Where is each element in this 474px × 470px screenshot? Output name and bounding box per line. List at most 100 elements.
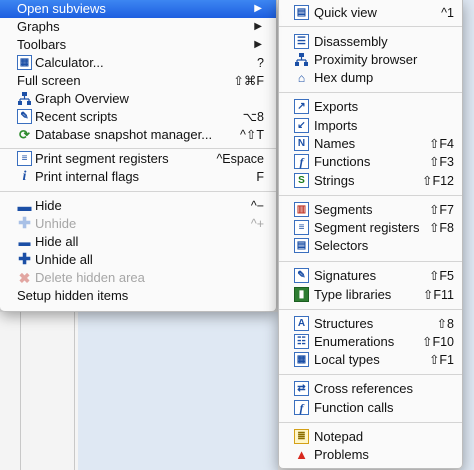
submenu-item-exports[interactable]: ↗ Exports bbox=[279, 98, 462, 116]
menu-item-unhide[interactable]: ✚ Unhide ^+ bbox=[0, 215, 276, 233]
menu-item-label: Toolbars bbox=[17, 37, 67, 52]
submenu-item-selectors[interactable]: ▤ Selectors bbox=[279, 237, 462, 255]
submenu-item-problems[interactable]: ▲ Problems bbox=[279, 446, 462, 464]
menu-item-label: Print internal flags bbox=[35, 169, 140, 184]
menu-item-shortcut: ⌥8 bbox=[242, 110, 264, 124]
submenu-item-imports[interactable]: ↙ Imports bbox=[279, 117, 462, 135]
menu-item-label: Proximity browser bbox=[314, 52, 418, 67]
menu-separator bbox=[0, 148, 276, 149]
delete-x-icon: ✖ bbox=[18, 269, 31, 286]
menu-item-hide[interactable]: ▬ Hide ^− bbox=[0, 197, 276, 215]
submenu-item-hex-dump[interactable]: ⌂ Hex dump bbox=[279, 69, 462, 87]
menu-item-shortcut: ^1 bbox=[441, 6, 454, 20]
submenu-item-disassembly[interactable]: ☰ Disassembly bbox=[279, 33, 462, 51]
submenu-arrow-icon: ▶ bbox=[254, 21, 262, 32]
menu-item-label: Segments bbox=[314, 202, 373, 217]
menu-item-delete-hidden-area[interactable]: ✖ Delete hidden area bbox=[0, 269, 276, 287]
hex-dump-icon: ⌂ bbox=[297, 70, 306, 85]
menu-item-full-screen[interactable]: Full screen ⇧⌘F bbox=[0, 72, 276, 90]
menu-separator bbox=[279, 195, 462, 196]
menu-item-label: Exports bbox=[314, 99, 359, 114]
menu-item-shortcut: ⇧8 bbox=[436, 317, 454, 331]
submenu-arrow-icon: ▶ bbox=[254, 3, 262, 14]
menu-item-print-internal-flags[interactable]: i Print internal flags F bbox=[0, 168, 276, 186]
menu-separator bbox=[0, 191, 276, 192]
background-divider bbox=[74, 312, 75, 470]
menu-item-shortcut: ⇧F8 bbox=[428, 221, 454, 235]
submenu-item-structures[interactable]: A Structures ⇧8 bbox=[279, 315, 462, 333]
menu-item-label: Hide all bbox=[35, 234, 79, 249]
menu-item-label: Notepad bbox=[314, 429, 364, 444]
submenu-item-proximity-browser[interactable]: Proximity browser bbox=[279, 51, 462, 69]
menu-item-shortcut: ⇧F12 bbox=[421, 174, 454, 188]
menu-separator bbox=[279, 309, 462, 310]
selectors-icon: ▤ bbox=[294, 238, 309, 253]
segments-icon: ▥ bbox=[294, 202, 309, 217]
open-subviews-submenu: ▤ Quick view ^1 ☰ Disassembly Proximity … bbox=[278, 0, 463, 469]
menu-item-toolbars[interactable]: Toolbars ▶ bbox=[0, 36, 276, 54]
submenu-item-strings[interactable]: S Strings ⇧F12 bbox=[279, 172, 462, 190]
quick-view-icon: ▤ bbox=[294, 5, 309, 20]
submenu-item-enumerations[interactable]: ☷ Enumerations ⇧F10 bbox=[279, 333, 462, 351]
menu-item-setup-hidden-items[interactable]: Setup hidden items bbox=[0, 287, 276, 305]
submenu-item-notepad[interactable]: ≣ Notepad bbox=[279, 428, 462, 446]
menu-item-label: Full screen bbox=[17, 73, 81, 88]
cross-references-icon: ⇄ bbox=[294, 381, 309, 396]
warning-icon: ▲ bbox=[295, 447, 308, 462]
calculator-icon: ▦ bbox=[17, 55, 32, 70]
background-view bbox=[78, 312, 278, 470]
submenu-item-segment-registers[interactable]: ≡ Segment registers ⇧F8 bbox=[279, 219, 462, 237]
menu-item-label: Graph Overview bbox=[35, 91, 129, 106]
submenu-item-functions[interactable]: f Functions ⇧F3 bbox=[279, 153, 462, 171]
menu-item-graphs[interactable]: Graphs ▶ bbox=[0, 18, 276, 36]
menu-item-recent-scripts[interactable]: ✎ Recent scripts ⌥8 bbox=[0, 108, 276, 126]
submenu-item-signatures[interactable]: ✎ Signatures ⇧F5 bbox=[279, 267, 462, 285]
menu-item-label: Unhide bbox=[35, 216, 77, 231]
menu-item-label: Hex dump bbox=[314, 70, 374, 85]
menu-item-database-snapshot-manager[interactable]: ⟳ Database snapshot manager... ^⇧T bbox=[0, 126, 276, 144]
menu-separator bbox=[279, 374, 462, 375]
menu-item-calculator[interactable]: ▦ Calculator... ? bbox=[0, 54, 276, 72]
menu-item-label: Setup hidden items bbox=[17, 288, 129, 303]
menu-item-label: Database snapshot manager... bbox=[35, 127, 213, 142]
menu-item-label: Structures bbox=[314, 316, 374, 331]
menu-separator bbox=[279, 92, 462, 93]
menu-item-label: Problems bbox=[314, 447, 369, 462]
menu-item-shortcut: ^+ bbox=[250, 217, 264, 231]
submenu-item-cross-references[interactable]: ⇄ Cross references bbox=[279, 380, 462, 398]
submenu-item-local-types[interactable]: ▦ Local types ⇧F1 bbox=[279, 351, 462, 369]
disassembly-icon: ☰ bbox=[294, 34, 309, 49]
menu-item-shortcut: ^⇧T bbox=[240, 128, 264, 142]
unhide-all-icon: ✚ bbox=[18, 251, 31, 268]
menu-item-unhide-all[interactable]: ✚ Unhide all bbox=[0, 251, 276, 269]
menu-item-shortcut: ⇧F7 bbox=[428, 203, 454, 217]
menu-item-label: Delete hidden area bbox=[35, 270, 145, 285]
imports-icon: ↙ bbox=[294, 118, 309, 133]
menu-separator bbox=[279, 261, 462, 262]
hide-all-icon: ▬ bbox=[18, 234, 31, 249]
menu-item-label: Cross references bbox=[314, 381, 413, 396]
submenu-item-type-libraries[interactable]: ▮ Type libraries ⇧F11 bbox=[279, 286, 462, 304]
menu-item-shortcut: F bbox=[256, 170, 264, 184]
menu-item-hide-all[interactable]: ▬ Hide all bbox=[0, 233, 276, 251]
menu-item-shortcut: ^− bbox=[250, 199, 264, 213]
submenu-item-segments[interactable]: ▥ Segments ⇧F7 bbox=[279, 201, 462, 219]
menu-item-open-subviews[interactable]: Open subviews ▶ bbox=[0, 0, 276, 18]
minus-icon: ▬ bbox=[17, 197, 32, 214]
submenu-item-names[interactable]: N Names ⇧F4 bbox=[279, 135, 462, 153]
menu-item-print-segment-registers[interactable]: ≡ Print segment registers ^Espace bbox=[0, 150, 276, 168]
menu-separator bbox=[279, 26, 462, 27]
menu-item-label: Disassembly bbox=[314, 34, 388, 49]
menu-item-label: Segment registers bbox=[314, 220, 420, 235]
script-icon: ✎ bbox=[17, 109, 32, 124]
enumerations-icon: ☷ bbox=[294, 334, 309, 349]
local-types-icon: ▦ bbox=[294, 352, 309, 367]
menu-item-label: Functions bbox=[314, 154, 371, 169]
menu-item-label: Type libraries bbox=[314, 287, 392, 302]
submenu-item-quick-view[interactable]: ▤ Quick view ^1 bbox=[279, 4, 462, 22]
menu-item-label: Function calls bbox=[314, 400, 394, 415]
menu-item-shortcut: ⇧F10 bbox=[421, 335, 454, 349]
menu-item-graph-overview[interactable]: Graph Overview bbox=[0, 90, 276, 108]
menu-separator bbox=[279, 422, 462, 423]
submenu-item-function-calls[interactable]: f Function calls bbox=[279, 399, 462, 417]
